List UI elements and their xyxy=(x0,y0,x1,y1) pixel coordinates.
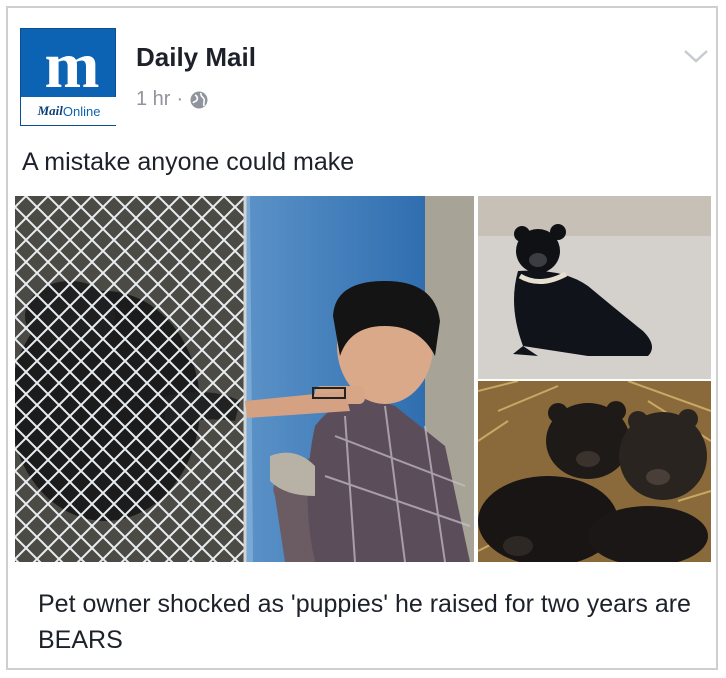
meta-separator: · xyxy=(176,88,184,110)
man-feeding-bear-photo[interactable] xyxy=(15,196,474,562)
post-timestamp[interactable]: 1 hr xyxy=(136,88,170,111)
link-preview-headline[interactable]: Pet owner shocked as 'puppies' he raised… xyxy=(38,586,698,658)
bear-cubs-photo[interactable] xyxy=(478,381,711,562)
post-meta: 1 hr · xyxy=(136,88,209,111)
logo-glyph: m xyxy=(44,29,100,102)
post-caption: A mistake anyone could make xyxy=(22,148,355,176)
sitting-bear-photo[interactable] xyxy=(478,196,711,379)
page-name-link[interactable]: Daily Mail xyxy=(136,42,256,73)
globe-icon xyxy=(190,91,208,108)
chevron-down-icon[interactable] xyxy=(682,46,710,66)
post-header: m Mail Online Daily Mail 1 hr · xyxy=(20,28,710,128)
logo-wordmark: Mail Online xyxy=(21,97,117,125)
page-avatar-logo[interactable]: m Mail Online xyxy=(20,28,117,126)
